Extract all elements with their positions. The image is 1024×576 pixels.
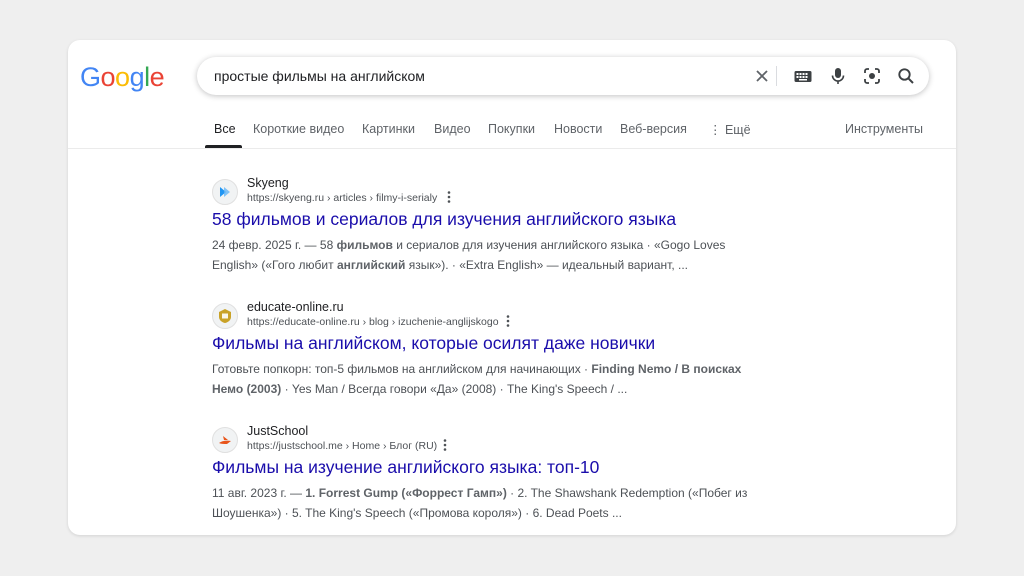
skyeng-favicon-icon (212, 179, 238, 205)
result-url[interactable]: https://justschool.me › Home › Блог (RU) (247, 440, 437, 452)
tab-videos[interactable]: Видео (434, 122, 471, 136)
more-options-icon[interactable] (439, 438, 451, 452)
tab-web[interactable]: Веб-версия (620, 122, 687, 136)
search-divider (776, 66, 777, 86)
result-snippet: 11 авг. 2023 г. — 1. Forrest Gump («Форр… (212, 486, 748, 520)
tab-shopping[interactable]: Покупки (488, 122, 535, 136)
search-results-page: Google Все Кор (68, 40, 956, 535)
more-options-icon[interactable] (443, 190, 455, 204)
result-snippet: 24 февр. 2025 г. — 58 фильмов и сериалов… (212, 238, 726, 272)
search-input[interactable] (214, 68, 734, 84)
result-snippet: Готовьте попкорн: топ-5 фильмов на англи… (212, 362, 742, 396)
result-title-link[interactable]: 58 фильмов и сериалов для изучения англи… (212, 209, 676, 230)
tab-images[interactable]: Картинки (362, 122, 415, 136)
google-logo[interactable]: Google (80, 62, 165, 93)
search-tabs: Все Короткие видео Картинки Видео Покупк… (68, 110, 956, 149)
result-site-name[interactable]: educate-online.ru (247, 300, 344, 314)
clear-icon[interactable] (752, 66, 772, 86)
result-title-link[interactable]: Фильмы на изучение английского языка: то… (212, 457, 599, 478)
educate-online-favicon-icon (212, 303, 238, 329)
tab-news[interactable]: Новости (554, 122, 602, 136)
result-url[interactable]: https://skyeng.ru › articles › filmy-i-s… (247, 192, 437, 204)
keyboard-icon[interactable] (793, 66, 813, 86)
result-title-link[interactable]: Фильмы на английском, которые осилят даж… (212, 333, 655, 354)
search-box (197, 57, 929, 95)
search-icon[interactable] (896, 66, 916, 86)
justschool-favicon-icon (212, 427, 238, 453)
tools-button[interactable]: Инструменты (845, 122, 923, 136)
tab-more[interactable]: ⋮ Ещё (709, 122, 751, 137)
result-site-name[interactable]: JustSchool (247, 424, 308, 438)
microphone-icon[interactable] (828, 66, 848, 86)
active-tab-indicator (205, 145, 242, 148)
lens-camera-icon[interactable] (862, 66, 882, 86)
result-site-name[interactable]: Skyeng (247, 176, 289, 190)
result-url[interactable]: https://educate-online.ru › blog › izuch… (247, 316, 499, 328)
tab-short-videos[interactable]: Короткие видео (253, 122, 344, 136)
tab-all[interactable]: Все (214, 122, 236, 136)
more-options-icon[interactable] (502, 314, 514, 328)
